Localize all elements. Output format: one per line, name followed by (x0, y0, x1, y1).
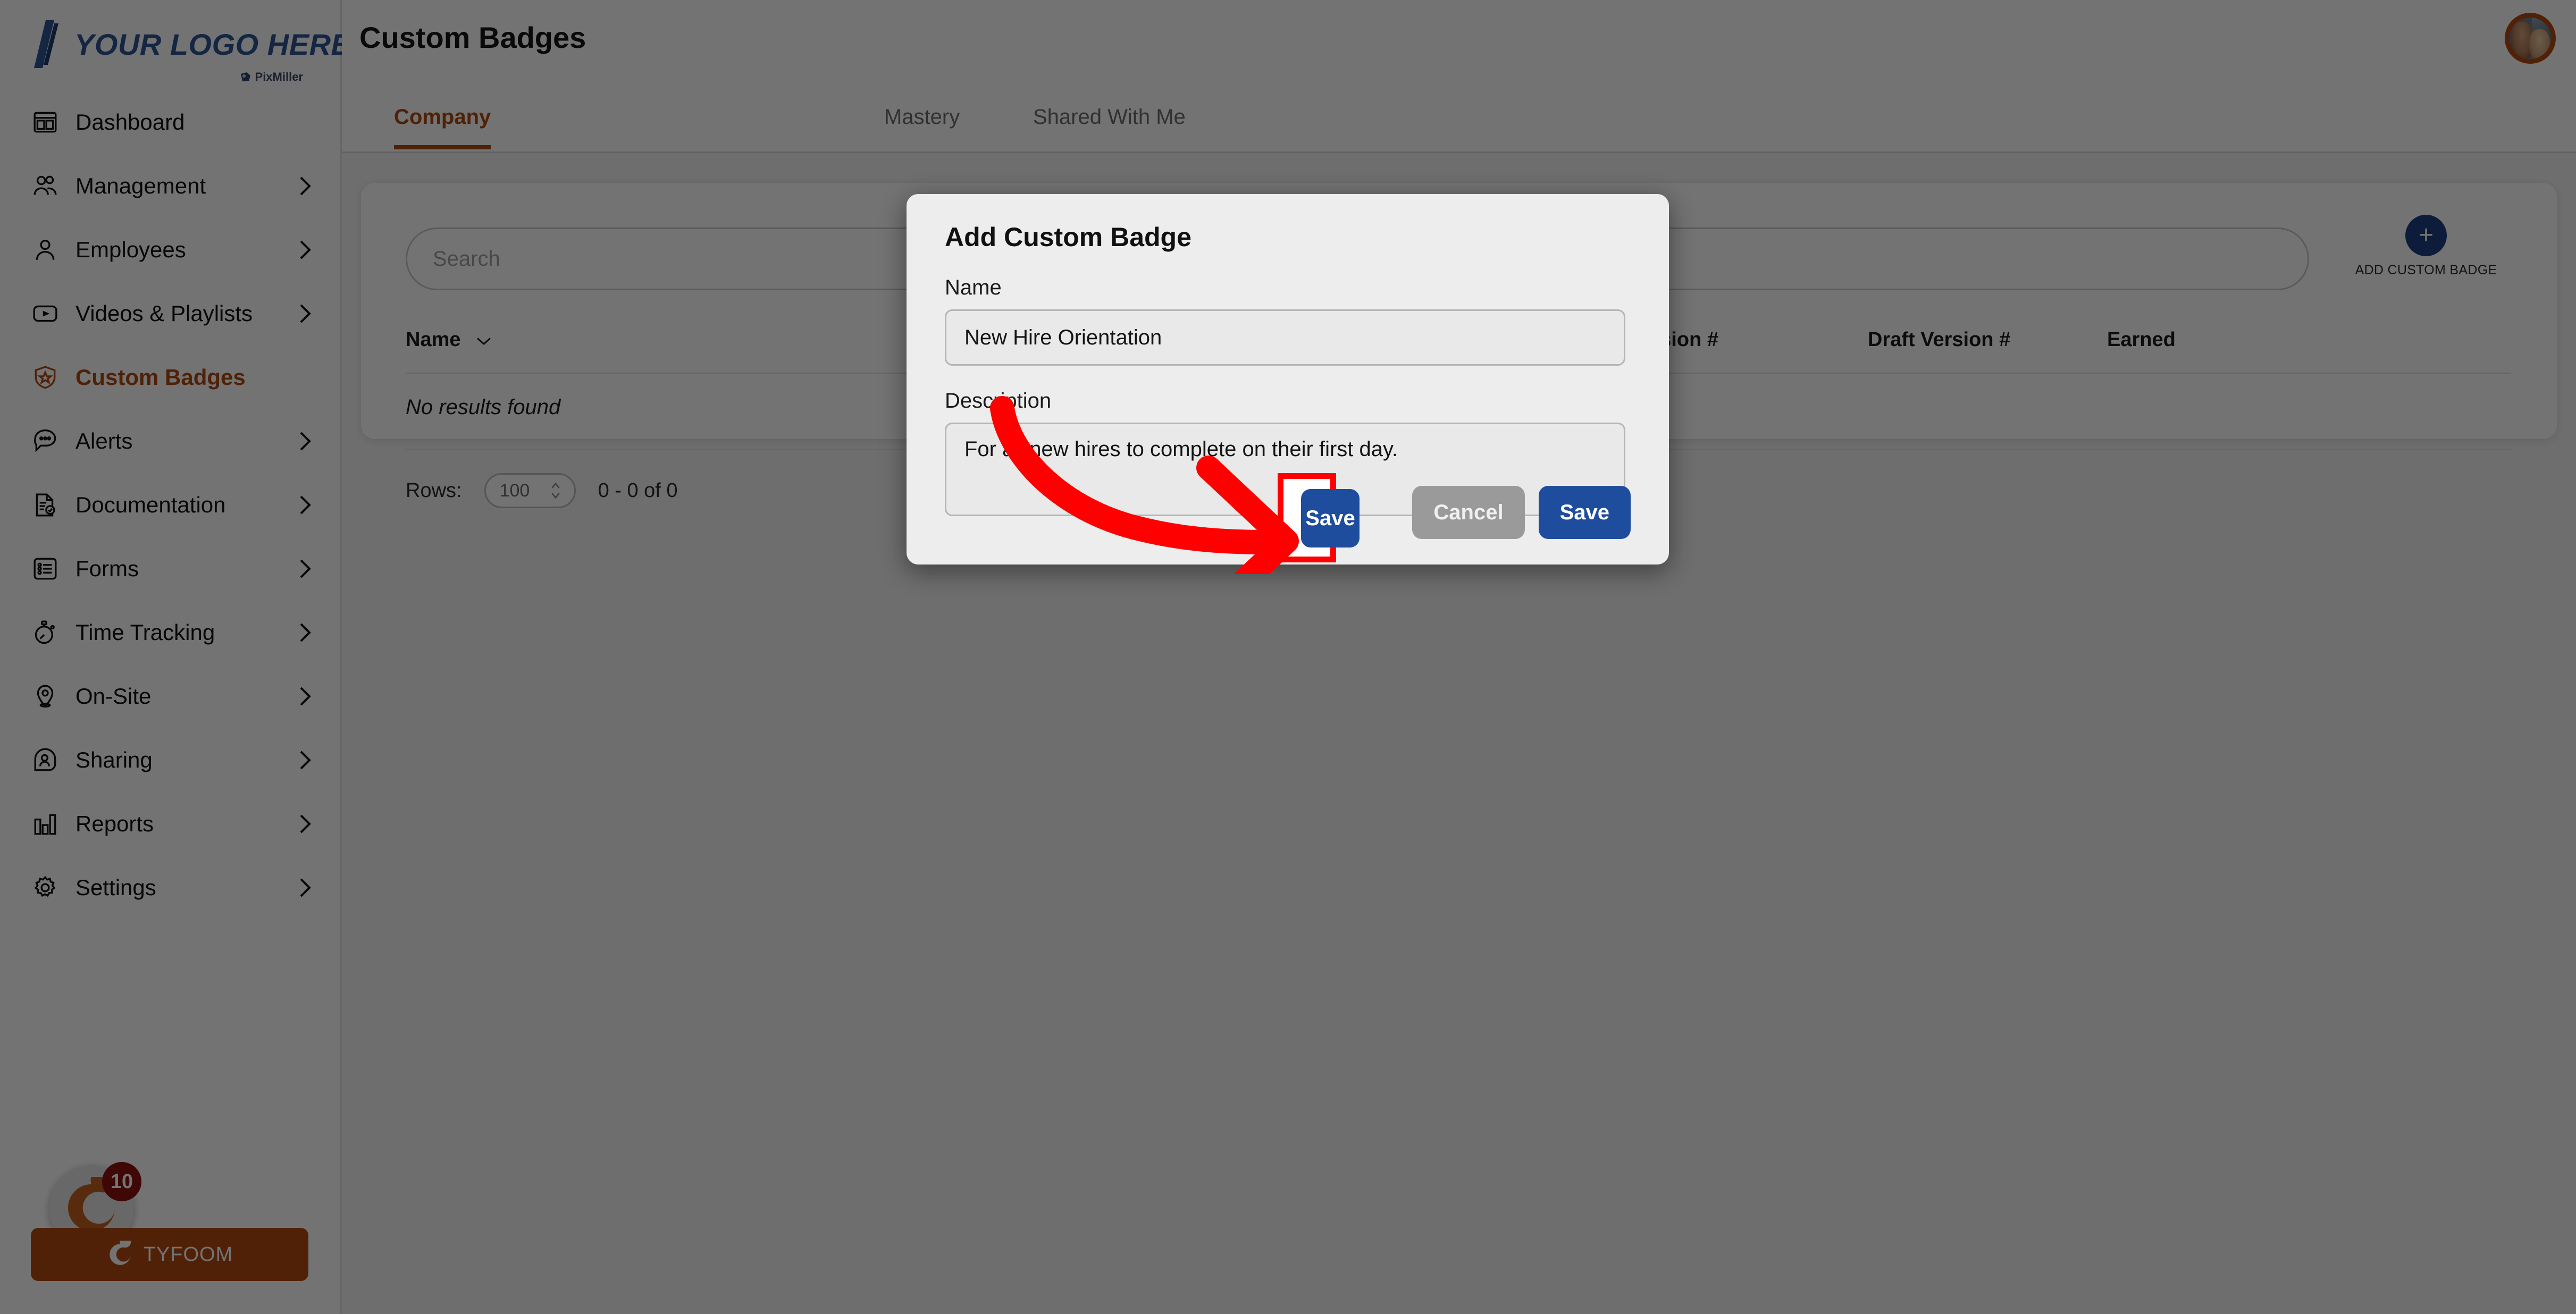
save-button-highlighted[interactable]: Save (1301, 489, 1360, 548)
name-input[interactable] (945, 309, 1625, 366)
description-field-label: Description (945, 389, 1052, 412)
app-root: YOUR LOGO HERE PixMiller (0, 0, 2576, 1314)
cancel-button[interactable]: Cancel (1412, 486, 1525, 539)
name-field-label: Name (945, 276, 1002, 299)
dialog-title: Add Custom Badge (945, 222, 1191, 252)
save-button[interactable]: Save (1538, 486, 1631, 539)
dialog-actions: Cancel Save (1412, 486, 1631, 539)
